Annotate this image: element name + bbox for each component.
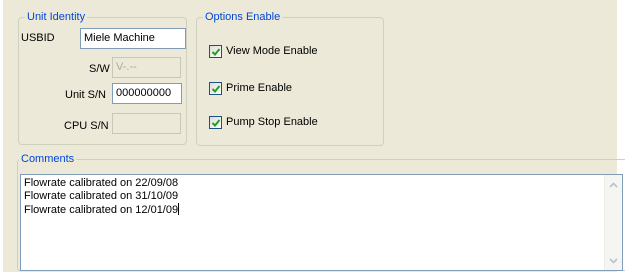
comment-line-text: Flowrate calibrated on 12/01/09 [24,204,179,216]
unit-sn-field[interactable]: 000000000 [112,83,182,104]
prime-enable-check[interactable] [209,81,222,95]
comments-scrollbar[interactable] [604,175,622,270]
view-mode-enable-label: View Mode Enable [226,45,318,57]
unit-identity-legend: Unit Identity [25,11,88,24]
text-caret [178,203,180,215]
view-mode-enable-checkbox[interactable]: View Mode Enable [209,44,318,58]
options-panel: Unit Identity USBID Miele Machine S/W V-… [3,0,625,272]
comments-legend: Comments [19,153,77,166]
scroll-down-arrow-icon [609,257,618,264]
scroll-down-button[interactable] [606,253,621,268]
prime-enable-checkbox[interactable]: Prime Enable [209,81,292,95]
sw-field: V-.-- [112,57,181,78]
comment-line: Flowrate calibrated on 31/10/09 [24,190,179,202]
comment-line: Flowrate calibrated on 22/09/08 [24,177,179,189]
unit-identity-group: Unit Identity USBID Miele Machine S/W V-… [18,11,187,145]
comments-textarea[interactable]: Flowrate calibrated on 22/09/08 Flowrate… [20,174,623,271]
scroll-up-arrow-icon [609,181,618,188]
cpu-sn-field [112,113,181,134]
view-mode-enable-check[interactable] [209,44,222,58]
usbid-field[interactable]: Miele Machine [80,28,186,49]
cpu-sn-label: CPU S/N [64,120,109,132]
pump-stop-enable-label: Pump Stop Enable [226,116,318,128]
checkmark-icon [211,84,221,93]
unit-sn-label: Unit S/N [65,89,106,101]
comments-group: Comments Flowrate calibrated on 22/09/08… [17,153,625,271]
options-enable-legend: Options Enable [203,11,283,24]
prime-enable-label: Prime Enable [226,82,293,94]
comment-line-last: Flowrate calibrated on 12/01/09 [24,203,180,217]
pump-stop-enable-check[interactable] [209,115,222,129]
pump-stop-enable-checkbox[interactable]: Pump Stop Enable [209,115,318,129]
options-enable-group: Options Enable View Mode Enable Prime En… [196,11,384,146]
scroll-up-button[interactable] [606,177,621,192]
checkmark-icon [211,118,221,127]
sw-label: S/W [89,63,110,75]
checkmark-icon [211,47,221,56]
usbid-label: USBID [21,32,55,44]
